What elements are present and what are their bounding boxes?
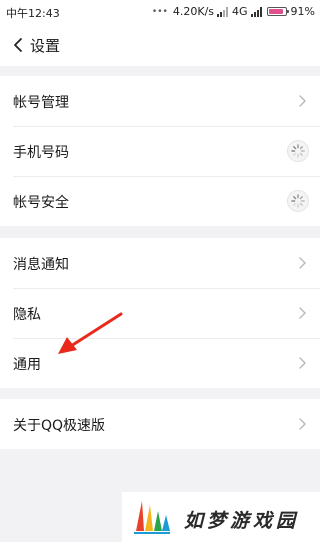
row-label: 手机号码 — [13, 145, 69, 161]
watermark: 如梦游戏园 — [122, 492, 320, 542]
signal-icon — [217, 6, 229, 17]
network-speed: 4.20K/s — [172, 5, 215, 18]
nav-header: 设置 — [0, 24, 320, 66]
row-label: 帐号管理 — [13, 95, 69, 111]
chevron-right-icon — [299, 357, 306, 369]
status-time: 中午12:43 — [6, 7, 60, 20]
row-label: 隐私 — [13, 307, 41, 323]
loading-spinner-icon — [287, 140, 309, 162]
status-indicators: ••• 4.20K/s 4G 91% — [149, 5, 315, 18]
row-label: 消息通知 — [13, 257, 69, 273]
settings-screen: 中午12:43 ••• 4.20K/s 4G 91% 设置 帐号管理 手机号码 … — [0, 0, 320, 542]
status-bar: 中午12:43 ••• 4.20K/s 4G 91% — [0, 0, 320, 24]
settings-row-general[interactable]: 通用 — [0, 338, 320, 388]
settings-row-notifications[interactable]: 消息通知 — [0, 238, 320, 288]
settings-row-phone-number[interactable]: 手机号码 — [0, 126, 320, 176]
settings-row-account-security[interactable]: 帐号安全 — [0, 176, 320, 226]
sailboat-logo-icon — [134, 501, 170, 534]
settings-row-about[interactable]: 关于QQ极速版 — [0, 399, 320, 449]
settings-group-account: 帐号管理 手机号码 帐号安全 — [0, 76, 320, 226]
settings-group-about: 关于QQ极速版 — [0, 399, 320, 449]
chevron-left-icon[interactable] — [12, 37, 24, 53]
chevron-right-icon — [299, 95, 306, 107]
notification-dots: ••• — [151, 6, 168, 17]
network-type: 4G — [232, 5, 248, 18]
page-title[interactable]: 设置 — [30, 35, 60, 56]
row-label: 关于QQ极速版 — [13, 418, 106, 434]
watermark-text: 如梦游戏园 — [184, 510, 300, 532]
row-label: 帐号安全 — [13, 195, 69, 211]
cellular-signal-icon — [250, 6, 263, 17]
red-arrow-icon — [58, 312, 123, 354]
battery-icon — [266, 7, 289, 16]
loading-spinner-icon — [287, 190, 309, 212]
settings-group-general: 消息通知 隐私 通用 — [0, 238, 320, 388]
battery-percent: 91% — [290, 5, 315, 18]
chevron-right-icon — [299, 307, 306, 319]
battery-level — [268, 9, 284, 14]
settings-row-account-management[interactable]: 帐号管理 — [0, 76, 320, 126]
row-label: 通用 — [13, 357, 41, 373]
chevron-right-icon — [299, 418, 306, 430]
settings-row-privacy[interactable]: 隐私 — [0, 288, 320, 338]
chevron-right-icon — [299, 257, 306, 269]
